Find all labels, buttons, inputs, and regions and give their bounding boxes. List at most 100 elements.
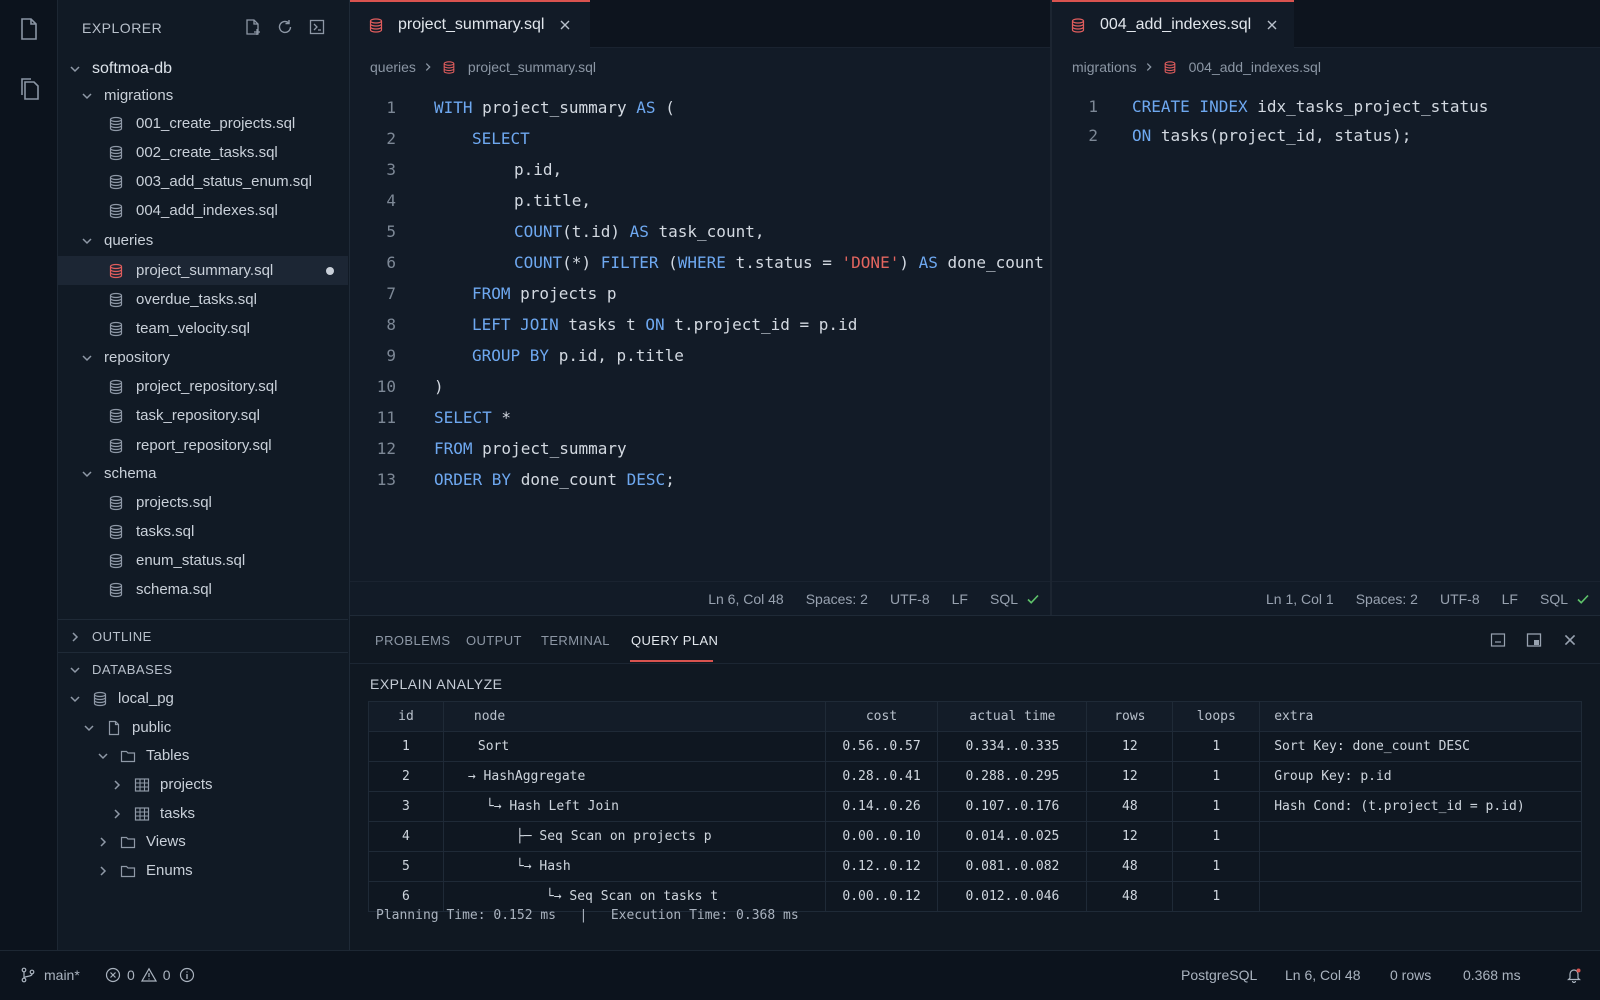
tree-folder-views[interactable]: Views [58,827,348,856]
notifications-bell-icon[interactable] [1566,967,1582,983]
code-line: 6 COUNT(*) FILTER (WHERE t.status = 'DONE… [386,253,1044,272]
databases-section[interactable]: DATABASES [58,655,348,684]
outline-section[interactable]: OUTLINE [58,622,348,651]
code-line: 1 WITH project_summary AS ( [386,98,675,117]
tree-file[interactable]: 004_add_indexes.sql [58,196,348,225]
tree-file[interactable]: 001_create_projects.sql [58,109,348,138]
cursor-position[interactable]: Ln 6, Col 48 [708,591,784,607]
tree-folder-migrations[interactable]: migrations [58,81,348,110]
collapse-all-icon[interactable] [308,18,326,36]
col-id[interactable]: id [368,701,444,732]
tree-folder-queries[interactable]: queries [58,226,348,255]
tree-folder-tables[interactable]: Tables [58,741,348,770]
editor-tab-bar: 004_add_indexes.sql [1052,0,1600,48]
status-bar: main* 0 0 PostgreSQL Ln 6, Col 48 0 rows… [0,950,1600,1000]
indentation[interactable]: Spaces: 2 [1356,591,1418,607]
problems-counter[interactable]: 0 0 [105,967,195,983]
tab-terminal[interactable]: TERMINAL [541,633,610,648]
tree-file[interactable]: project_repository.sql [58,372,348,401]
encoding[interactable]: UTF-8 [890,591,930,607]
tab-problems[interactable]: PROBLEMS [375,633,450,648]
new-file-icon[interactable] [244,18,262,36]
breadcrumb-folder[interactable]: migrations [1072,59,1137,75]
split-panel-icon[interactable] [1490,632,1506,648]
language-mode[interactable]: SQL [990,591,1018,607]
tree-file[interactable]: task_repository.sql [58,401,348,430]
cursor-position[interactable]: Ln 1, Col 1 [1266,591,1334,607]
col-rows[interactable]: rows [1086,701,1174,732]
git-branch[interactable]: main* [20,967,80,983]
tree-schema-public[interactable]: public [58,713,348,742]
code-line: 7 FROM projects p [386,284,617,303]
tab-add-indexes[interactable]: 004_add_indexes.sql [1052,0,1294,48]
git-branch-icon [21,967,35,983]
database-icon [368,17,384,34]
activity-bar [0,0,58,950]
breadcrumb-file[interactable]: project_summary.sql [468,59,596,75]
table-row[interactable]: 2 → HashAggregate 0.28..0.41 0.288..0.29… [368,761,1582,792]
line-ending[interactable]: LF [952,591,968,607]
col-node[interactable]: node [442,701,826,732]
breadcrumb-folder[interactable]: queries [370,59,416,75]
info-icon [179,967,194,983]
database-icon [108,582,124,598]
table-row[interactable]: 6 └→ Seq Scan on tasks t 0.00..0.12 0.01… [368,881,1582,912]
tree-connection-local-pg[interactable]: local_pg [58,684,348,713]
table-row[interactable]: 1 Sort 0.56..0.57 0.334..0.335 12 1 Sort… [368,731,1582,762]
database-icon [108,495,124,511]
col-cost[interactable]: cost [824,701,939,732]
chevron-down-icon [80,89,94,103]
tab-project-summary[interactable]: project_summary.sql [350,0,590,48]
language-mode[interactable]: SQL [1540,591,1568,607]
col-loops[interactable]: loops [1172,701,1261,732]
tree-folder-enums[interactable]: Enums [58,856,348,885]
tree-file[interactable]: overdue_tasks.sql [58,285,348,314]
tree-file[interactable]: 003_add_status_enum.sql [58,167,348,196]
tree-file[interactable]: report_repository.sql [58,431,348,460]
tree-file-active[interactable]: project_summary.sql [58,256,348,285]
tree-table-projects[interactable]: projects [58,770,348,799]
tree-folder-repository[interactable]: repository [58,343,348,372]
chevron-down-icon [80,467,94,481]
chevron-down-icon [96,749,110,763]
database-engine[interactable]: PostgreSQL [1181,967,1257,983]
col-actual-time[interactable]: actual time [937,701,1088,732]
tree-file[interactable]: team_velocity.sql [58,314,348,343]
tree-file[interactable]: projects.sql [58,488,348,517]
col-extra[interactable]: extra [1259,701,1582,732]
planning-time: Planning Time: 0.152 ms [376,908,557,923]
close-icon[interactable] [1265,18,1279,32]
tree-file[interactable]: tasks.sql [58,517,348,546]
table-row[interactable]: 4 ├─ Seq Scan on projects p 0.00..0.10 0… [368,821,1582,852]
explorer-file-icon[interactable] [17,16,41,42]
maximize-panel-icon[interactable] [1526,632,1542,648]
tree-file[interactable]: 002_create_tasks.sql [58,138,348,167]
bottom-panel: PROBLEMS OUTPUT TERMINAL QUERY PLAN EXPL… [350,615,1600,950]
indentation[interactable]: Spaces: 2 [806,591,868,607]
tree-file[interactable]: schema.sql [58,575,348,604]
table-row[interactable]: 3 └→ Hash Left Join 0.14..0.26 0.107..0.… [368,791,1582,822]
copy-files-icon[interactable] [17,76,41,102]
query-time: 0.368 ms [1463,967,1521,983]
encoding[interactable]: UTF-8 [1440,591,1480,607]
tree-file[interactable]: enum_status.sql [58,546,348,575]
refresh-icon[interactable] [276,18,294,36]
breadcrumb-file[interactable]: 004_add_indexes.sql [1189,59,1321,75]
table-row[interactable]: 5 └→ Hash 0.12..0.12 0.081..0.082 48 1 [368,851,1582,882]
error-icon [105,967,121,983]
tree-table-tasks[interactable]: tasks [58,799,348,828]
tree-folder-schema[interactable]: schema [58,459,348,488]
tab-output[interactable]: OUTPUT [466,633,522,648]
folder-icon [120,834,136,850]
close-icon[interactable] [558,18,572,32]
database-icon [108,524,124,540]
close-panel-icon[interactable] [1562,632,1578,648]
tree-folder-softmoa-db[interactable]: softmoa-db [58,54,348,83]
database-icon [108,379,124,395]
chevron-right-icon [422,61,434,73]
tab-query-plan[interactable]: QUERY PLAN [631,633,718,648]
execution-time: Execution Time: 0.368 ms [610,908,799,923]
line-ending[interactable]: LF [1502,591,1518,607]
cursor-position[interactable]: Ln 6, Col 48 [1285,967,1361,983]
code-line: 5 COUNT(t.id) AS task_count, [386,222,765,241]
